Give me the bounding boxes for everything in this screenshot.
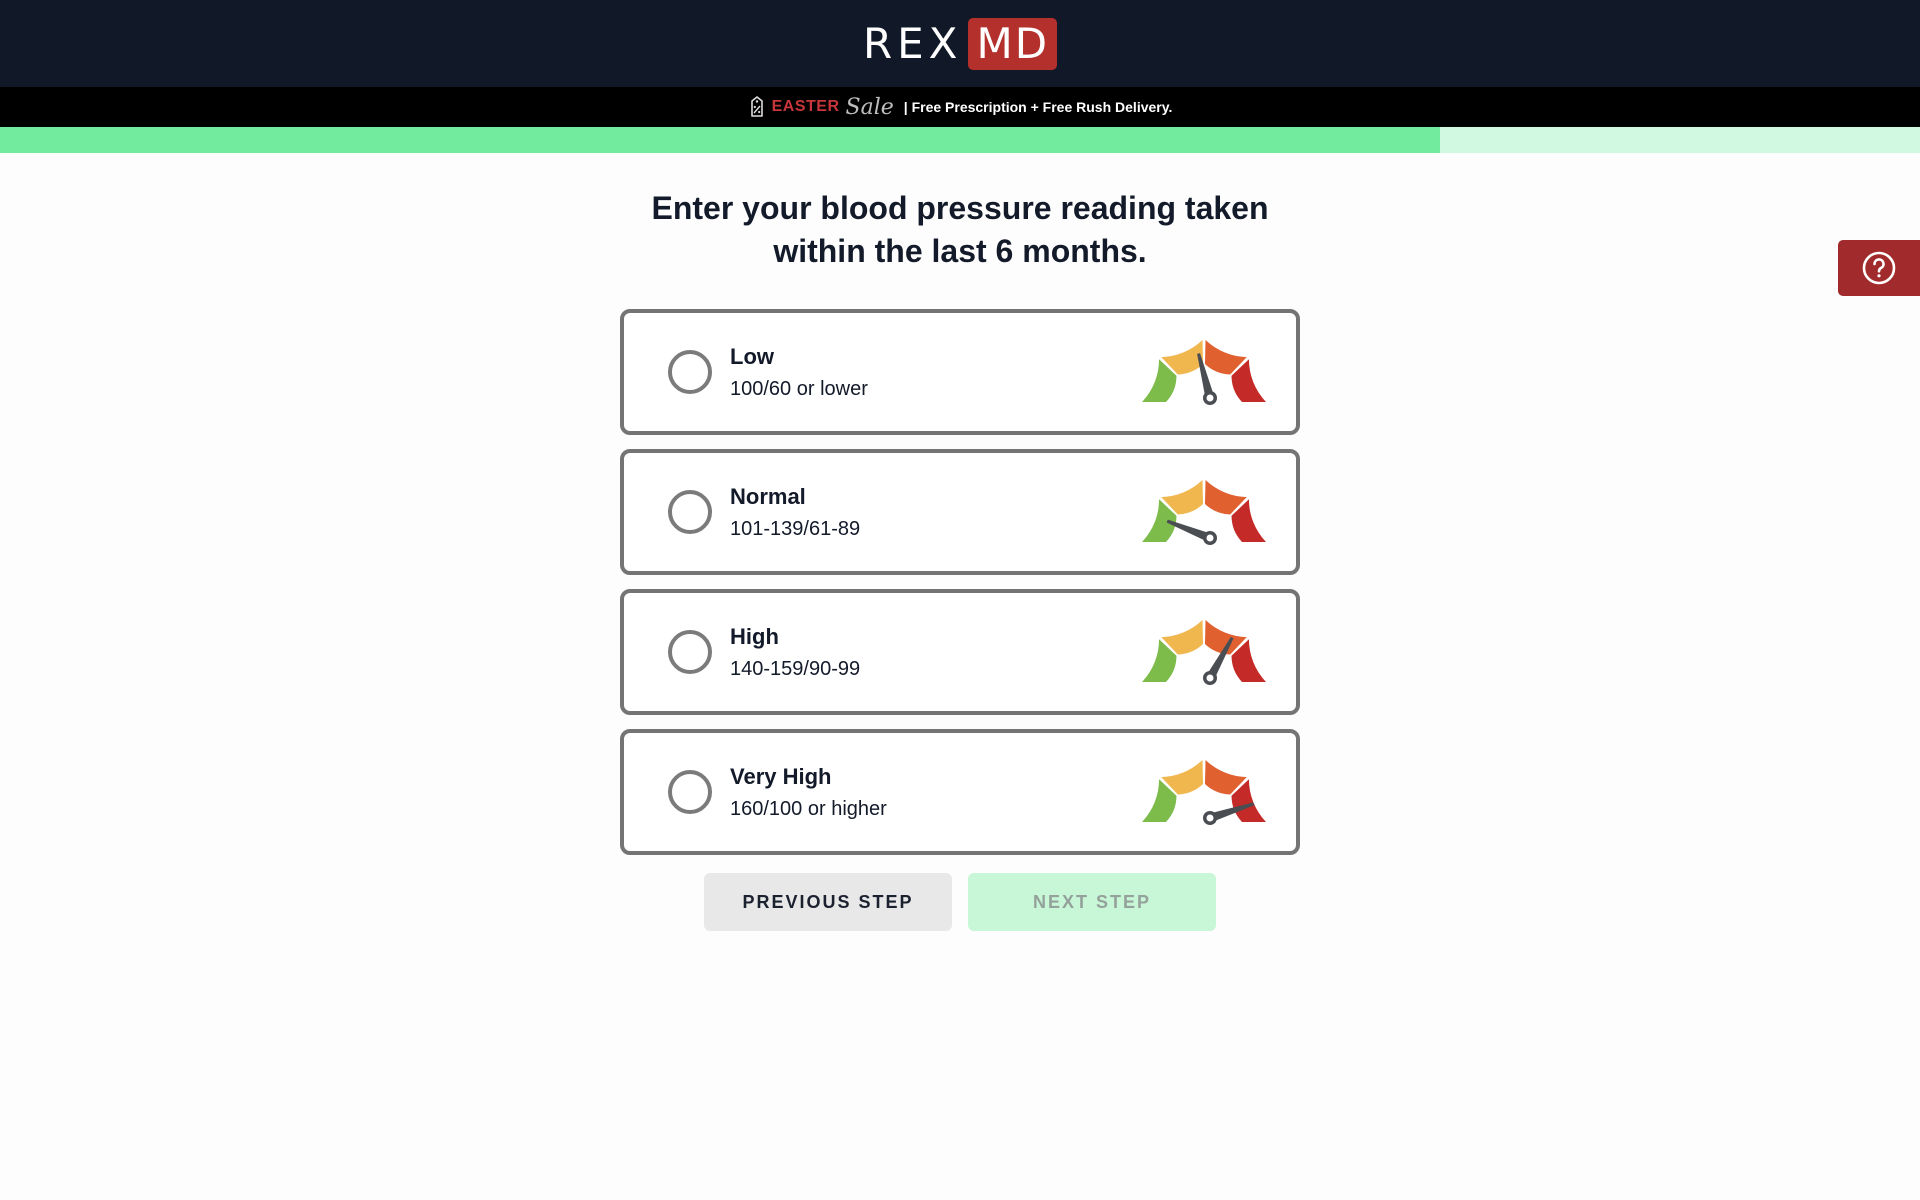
- logo-rex-text: REX: [862, 19, 963, 68]
- option-text: Low 100/60 or lower: [730, 344, 1138, 401]
- gauge-normal-icon: [1142, 480, 1266, 545]
- step-actions: PREVIOUS STEP NEXT STEP: [620, 873, 1300, 931]
- promo-sale-text: Sale: [845, 94, 894, 120]
- promo-banner: EASTER Sale | Free Prescription + Free R…: [0, 87, 1920, 127]
- option-text: Normal 101-139/61-89: [730, 484, 1138, 541]
- gauge-high-icon: [1142, 620, 1266, 685]
- option-label: Low: [730, 343, 774, 369]
- option-normal[interactable]: Normal 101-139/61-89: [620, 449, 1300, 575]
- promo-easter-text: EASTER: [771, 98, 840, 115]
- question-circle-icon: [1862, 251, 1896, 285]
- gauge-hub-hole: [1206, 814, 1214, 822]
- previous-step-button[interactable]: PREVIOUS STEP: [704, 873, 952, 931]
- question-form: Enter your blood pressure reading taken …: [620, 153, 1300, 931]
- progress-bar: [0, 127, 1920, 153]
- gauge-hub-hole: [1206, 394, 1214, 402]
- top-bar: REX MD: [0, 0, 1920, 87]
- radio-button[interactable]: [668, 490, 712, 534]
- promo-message: | Free Prescription + Free Rush Delivery…: [903, 99, 1173, 115]
- option-range: 160/100 or higher: [730, 797, 887, 820]
- gauge-hub-hole: [1206, 534, 1214, 542]
- radio-button[interactable]: [668, 350, 712, 394]
- option-range: 140-159/90-99: [730, 657, 861, 680]
- option-label: Normal: [730, 483, 806, 509]
- gauge-very-high-icon: [1142, 760, 1266, 825]
- option-low[interactable]: Low 100/60 or lower: [620, 309, 1300, 435]
- option-very-high[interactable]: Very High 160/100 or higher: [620, 729, 1300, 855]
- option-text: High 140-159/90-99: [730, 624, 1138, 681]
- option-text: Very High 160/100 or higher: [730, 764, 1138, 821]
- next-step-button[interactable]: NEXT STEP: [968, 873, 1216, 931]
- option-range: 100/60 or lower: [730, 377, 868, 400]
- option-range: 101-139/61-89: [730, 517, 861, 540]
- option-label: High: [730, 623, 779, 649]
- radio-button[interactable]: [668, 770, 712, 814]
- option-label: Very High: [730, 763, 832, 789]
- progress-bar-fill: [0, 127, 1440, 153]
- option-high[interactable]: High 140-159/90-99: [620, 589, 1300, 715]
- help-button[interactable]: [1838, 240, 1920, 296]
- logo-md-badge: MD: [968, 17, 1058, 70]
- question-title: Enter your blood pressure reading taken …: [651, 190, 1269, 269]
- gauge-hub-hole: [1206, 674, 1214, 682]
- percent-tag-icon: [750, 96, 763, 117]
- options-list: Low 100/60 or lower Normal 101-139/61-89…: [620, 309, 1300, 855]
- radio-button[interactable]: [668, 630, 712, 674]
- gauge-low-icon: [1142, 340, 1266, 405]
- rexmd-logo[interactable]: REX MD: [862, 17, 1058, 70]
